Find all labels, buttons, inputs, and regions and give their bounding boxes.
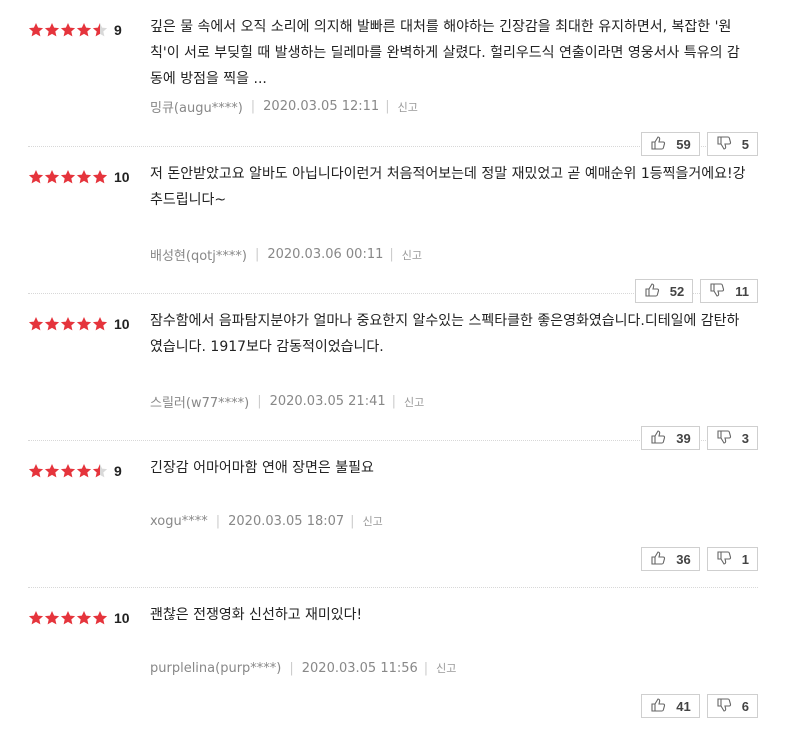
rating: 10 xyxy=(28,316,130,332)
meta-divider: | xyxy=(350,513,355,529)
meta-divider: | xyxy=(423,660,429,676)
star-icon xyxy=(92,610,108,626)
rating: 10 xyxy=(28,169,130,185)
dislike-count: 1 xyxy=(741,551,749,567)
star-icon xyxy=(76,316,92,332)
meta-divider: | xyxy=(391,394,397,409)
dislike-button[interactable]: 6 xyxy=(706,694,758,718)
reviewer-name[interactable]: 스릴러(w77****) xyxy=(150,392,249,411)
reviewer-name[interactable]: purplelina(purp****) xyxy=(150,661,281,676)
rating-score: 10 xyxy=(114,610,130,626)
review-list: 9 깊은 물 속에서 오직 소리에 의지해 발빠른 대처를 해야하는 긴장감을 … xyxy=(0,0,785,735)
star-icon xyxy=(76,169,92,185)
rating-score: 10 xyxy=(114,316,130,332)
thumbs-down-icon xyxy=(716,697,742,716)
report-link[interactable]: 신고 xyxy=(436,660,456,676)
review-date: 2020.03.05 18:07 xyxy=(228,513,345,529)
rating-score: 10 xyxy=(114,169,130,185)
review-meta: xogu**** | 2020.03.05 18:07 | 신고 xyxy=(150,513,383,529)
star-icon xyxy=(28,169,44,185)
thumbs-down-icon xyxy=(716,550,742,569)
star-icon xyxy=(60,610,76,626)
meta-divider: | xyxy=(385,99,390,114)
star-icon xyxy=(92,22,108,38)
star-rating xyxy=(28,22,108,38)
review-text: 긴장감 어마어마함 연애 장면은 불필요 xyxy=(150,460,374,476)
meta-divider: | xyxy=(250,99,256,114)
rating: 10 xyxy=(28,610,130,626)
report-link[interactable]: 신고 xyxy=(363,513,383,529)
review-text: 잠수함에서 음파탐지분야가 얼마나 중요한지 알수있는 스펙타클한 좋은영화였습… xyxy=(150,313,740,355)
star-rating xyxy=(28,316,108,332)
report-link[interactable]: 신고 xyxy=(398,99,418,115)
reviewer-name[interactable]: 밍큐(augu****) xyxy=(150,97,243,116)
star-icon xyxy=(28,22,44,38)
star-icon xyxy=(28,610,44,626)
review-date: 2020.03.05 21:41 xyxy=(269,394,386,409)
star-rating xyxy=(28,463,108,479)
star-rating xyxy=(28,169,108,185)
rating-score: 9 xyxy=(114,22,122,38)
review-meta: 배성현(qotj****) | 2020.03.06 00:11 | 신고 xyxy=(150,245,422,264)
star-icon xyxy=(44,22,60,38)
star-icon xyxy=(44,316,60,332)
review-item: 9 깊은 물 속에서 오직 소리에 의지해 발빠른 대처를 해야하는 긴장감을 … xyxy=(28,0,758,156)
star-icon xyxy=(76,22,92,38)
vote-buttons: 41 6 xyxy=(641,694,758,718)
dislike-count: 6 xyxy=(741,698,749,714)
review-text: 괜찮은 전쟁영화 신선하고 재미있다! xyxy=(150,607,363,623)
reviewer-name[interactable]: xogu**** xyxy=(150,514,208,529)
like-count: 36 xyxy=(676,551,691,567)
vote-buttons: 36 1 xyxy=(641,547,758,571)
meta-divider: | xyxy=(389,247,394,262)
review-item: 10 괜찮은 전쟁영화 신선하고 재미있다! purplelina(purp**… xyxy=(28,588,758,735)
review-date: 2020.03.05 11:56 xyxy=(301,660,418,676)
rating: 9 xyxy=(28,463,122,479)
review-text: 저 돈안받았고요 알바도 아닙니다이런거 처음적어보는데 정말 재밌었고 곧 예… xyxy=(150,166,746,208)
review-date: 2020.03.05 12:11 xyxy=(263,99,380,114)
star-icon xyxy=(92,316,108,332)
meta-divider: | xyxy=(257,394,262,409)
star-icon xyxy=(92,463,108,479)
star-icon xyxy=(60,22,76,38)
star-icon xyxy=(76,610,92,626)
review-item: 10 잠수함에서 음파탐지분야가 얼마나 중요한지 알수있는 스펙타클한 좋은영… xyxy=(28,294,758,450)
star-icon xyxy=(60,463,76,479)
star-icon xyxy=(28,463,44,479)
rating: 9 xyxy=(28,22,122,38)
star-icon xyxy=(44,610,60,626)
star-icon xyxy=(44,169,60,185)
star-icon xyxy=(60,316,76,332)
review-date: 2020.03.06 00:11 xyxy=(267,247,384,262)
dislike-button[interactable]: 1 xyxy=(706,547,758,571)
like-button[interactable]: 36 xyxy=(641,547,700,571)
star-rating xyxy=(28,610,108,626)
review-item: 9 긴장감 어마어마함 연애 장면은 불필요 xogu**** | 2020.0… xyxy=(28,441,758,588)
thumbs-up-icon xyxy=(650,697,676,716)
meta-divider: | xyxy=(254,247,260,262)
rating-score: 9 xyxy=(114,463,122,479)
report-link[interactable]: 신고 xyxy=(402,247,422,263)
star-icon xyxy=(60,169,76,185)
review-meta: 밍큐(augu****) | 2020.03.05 12:11 | 신고 xyxy=(150,97,418,116)
star-icon xyxy=(76,463,92,479)
star-icon xyxy=(28,316,44,332)
like-count: 41 xyxy=(676,698,691,714)
thumbs-up-icon xyxy=(650,550,676,569)
report-link[interactable]: 신고 xyxy=(404,394,424,410)
review-item: 10 저 돈안받았고요 알바도 아닙니다이런거 처음적어보는데 정말 재밌었고 … xyxy=(28,147,758,303)
reviewer-name[interactable]: 배성현(qotj****) xyxy=(150,245,247,264)
like-button[interactable]: 41 xyxy=(641,694,700,718)
review-meta: 스릴러(w77****) | 2020.03.05 21:41 | 신고 xyxy=(150,392,424,411)
meta-divider: | xyxy=(215,513,221,529)
review-meta: purplelina(purp****) | 2020.03.05 11:56 … xyxy=(150,660,456,676)
review-text: 깊은 물 속에서 오직 소리에 의지해 발빠른 대처를 해야하는 긴장감을 최대… xyxy=(150,19,740,87)
meta-divider: | xyxy=(289,660,294,676)
star-icon xyxy=(92,169,108,185)
star-icon xyxy=(44,463,60,479)
